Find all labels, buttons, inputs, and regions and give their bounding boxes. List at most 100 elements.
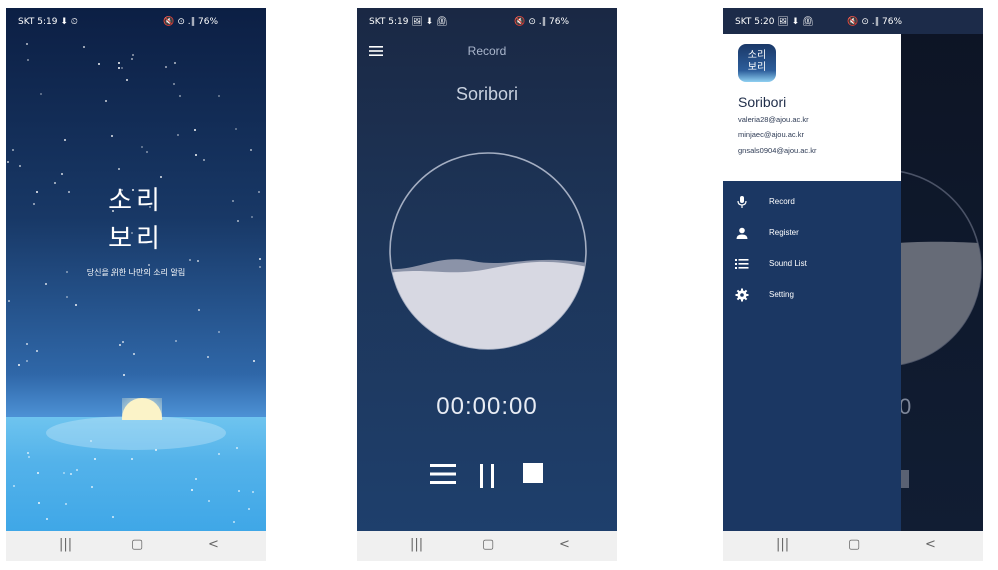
star-icon — [160, 176, 162, 178]
status-right: 🔇 ⊙ .∥ 76% — [163, 17, 218, 27]
sparkle-icon — [238, 490, 240, 492]
star-icon — [195, 154, 197, 156]
home-button[interactable]: ▢ — [131, 537, 143, 552]
star-icon — [61, 173, 63, 175]
mic-icon — [737, 196, 747, 208]
star-icon — [19, 165, 21, 167]
sparkle-icon — [252, 491, 254, 493]
app-logo-line1: 소리 — [747, 50, 767, 61]
drawer-item-setting[interactable]: Setting — [723, 283, 901, 307]
drawer-item-label: Record — [769, 197, 795, 206]
home-button[interactable]: ▢ — [482, 537, 494, 552]
sparkle-icon — [27, 452, 29, 454]
pause-icon — [480, 464, 494, 488]
drawer-item-record[interactable]: Record — [723, 190, 901, 214]
sparkle-icon — [91, 486, 93, 488]
splash-subtitle: 당신을 위한 나만의 소리 알림 — [86, 268, 186, 277]
drawer-item-sound-list[interactable]: Sound List — [723, 252, 901, 276]
record-screen: SKT 5:19 🖼 ⬇ ⏲ 🔇 ⊙ .∥ 76% Record Soribor… — [357, 8, 617, 561]
back-button[interactable]: < — [925, 537, 936, 552]
sparkle-icon — [90, 440, 92, 442]
status-left: SKT 5:20 🖼 ⬇ ⏲ — [735, 17, 814, 27]
recent-apps-button[interactable]: ||| — [410, 537, 423, 552]
star-icon — [203, 159, 205, 161]
star-icon — [36, 350, 38, 352]
star-icon — [7, 161, 9, 163]
recent-apps-button[interactable]: ||| — [59, 537, 72, 552]
pause-button[interactable] — [478, 463, 498, 493]
sparkle-icon — [94, 458, 96, 460]
sparkle-icon — [208, 500, 210, 502]
star-icon — [26, 360, 28, 362]
star-icon — [45, 283, 47, 285]
drawer-item-label: Setting — [769, 290, 794, 299]
app-logo-line2: 보리 — [747, 62, 767, 73]
sparkle-icon — [248, 508, 250, 510]
star-icon — [8, 300, 10, 302]
star-icon — [111, 135, 113, 137]
star-icon — [253, 360, 255, 362]
star-icon — [141, 146, 143, 148]
stop-icon — [523, 463, 543, 483]
sparkle-icon — [236, 447, 238, 449]
star-icon — [105, 100, 107, 102]
star-icon — [179, 95, 181, 97]
star-icon — [26, 343, 28, 345]
star-icon — [123, 374, 125, 376]
star-icon — [118, 62, 120, 64]
sparkle-icon — [112, 516, 114, 518]
star-icon — [122, 341, 124, 343]
star-icon — [177, 134, 179, 136]
drawer-item-label: Sound List — [769, 259, 807, 268]
app-logo-icon: 소리 보리 — [738, 44, 776, 82]
star-icon — [207, 356, 209, 358]
list-icon — [430, 464, 456, 484]
star-icon — [218, 95, 220, 97]
star-icon — [118, 168, 120, 170]
sparkle-icon — [65, 503, 67, 505]
sound-level-wave-circle — [389, 152, 587, 350]
star-icon — [40, 93, 42, 95]
status-bar: SKT 5:19 🖼 ⬇ ⏲ 🔇 ⊙ .∥ 76% — [357, 8, 617, 36]
sparkle-icon — [218, 453, 220, 455]
star-icon — [250, 149, 252, 151]
sparkle-icon — [70, 473, 72, 475]
star-icon — [66, 296, 68, 298]
sparkle-icon — [195, 478, 197, 480]
star-icon — [131, 58, 133, 60]
splash-title-line2: 보리 — [108, 224, 164, 254]
splash-title-line1: 소리 — [108, 186, 164, 216]
back-button[interactable]: < — [208, 537, 219, 552]
star-icon — [27, 59, 29, 61]
drawer-item-register[interactable]: Register — [723, 221, 901, 245]
list-icon — [735, 259, 749, 269]
list-button[interactable] — [430, 463, 456, 489]
sparkle-icon — [155, 449, 157, 451]
star-icon — [165, 66, 167, 68]
sparkle-icon — [63, 472, 65, 474]
sparkle-icon — [76, 469, 78, 471]
star-icon — [75, 304, 77, 306]
sparkle-icon — [38, 502, 40, 504]
star-icon — [173, 83, 175, 85]
star-icon — [18, 364, 20, 366]
sparkle-icon — [131, 458, 133, 460]
stop-button[interactable] — [523, 463, 543, 487]
sun-reflection — [46, 416, 226, 450]
status-bar: SKT 5:19 ⬇ ⏲ 🔇 ⊙ .∥ 76% — [6, 8, 266, 36]
person-icon — [736, 227, 748, 239]
star-icon — [146, 151, 148, 153]
star-icon — [64, 139, 66, 141]
drawer-item-label: Register — [769, 228, 799, 237]
splash-screen: SKT 5:19 ⬇ ⏲ 🔇 ⊙ .∥ 76% 소리 보리 당신을 위한 나만의… — [6, 8, 266, 561]
recording-timer: 00:00:00 — [436, 393, 538, 420]
star-icon — [118, 67, 120, 69]
star-icon — [174, 62, 176, 64]
star-icon — [218, 331, 220, 333]
recent-apps-button[interactable]: ||| — [776, 537, 789, 552]
back-button[interactable]: < — [559, 537, 570, 552]
navigation-drawer: 소리 보리 Soribori valeria28@ajou.ac.kr minj… — [723, 8, 901, 531]
home-button[interactable]: ▢ — [848, 537, 860, 552]
star-icon — [26, 43, 28, 45]
status-bar: SKT 5:20 🖼 ⬇ ⏲ 🔇 ⊙ .∥ 76% — [723, 8, 983, 34]
